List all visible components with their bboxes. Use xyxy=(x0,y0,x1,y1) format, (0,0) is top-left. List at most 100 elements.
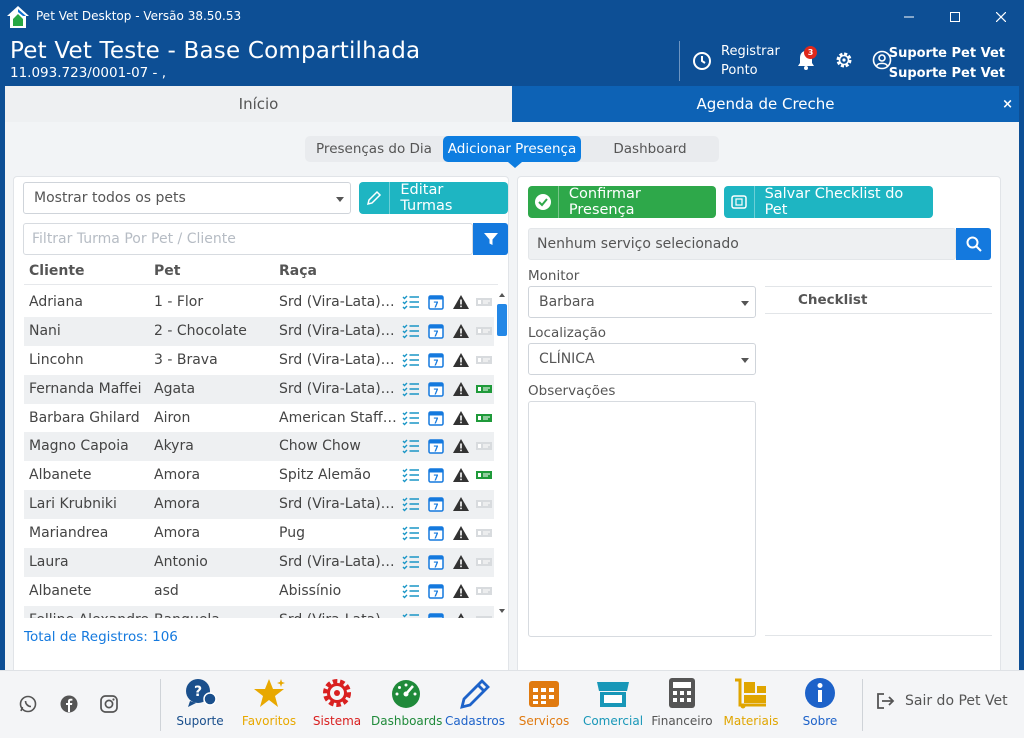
table-row[interactable]: Fernanda Maffei Agata Srd (Vira-Lata) C...… xyxy=(24,374,494,404)
facebook-icon[interactable] xyxy=(60,695,78,713)
warning-icon[interactable] xyxy=(452,352,470,368)
localizacao-select[interactable]: CLÍNICA xyxy=(528,343,756,375)
warning-icon[interactable] xyxy=(452,467,470,483)
tab-close-icon[interactable]: × xyxy=(1002,97,1013,112)
table-row[interactable]: Nani 2 - Chocolate Srd (Vira-Lata) C... 7 xyxy=(24,316,494,346)
warning-icon[interactable] xyxy=(452,381,470,397)
table-row[interactable]: Magno Capoia Akyra Chow Chow 7 xyxy=(24,432,494,462)
checklist-icon[interactable] xyxy=(402,583,420,599)
warning-icon[interactable] xyxy=(452,438,470,454)
checklist-icon[interactable] xyxy=(402,381,420,397)
money-icon[interactable] xyxy=(475,294,493,310)
calendar-icon[interactable]: 7 xyxy=(427,554,445,570)
maximize-button[interactable] xyxy=(932,0,978,34)
footer-item-servicos[interactable]: Serviços xyxy=(509,675,579,735)
money-icon[interactable] xyxy=(475,554,493,570)
column-cliente[interactable]: Cliente xyxy=(29,263,85,279)
money-icon[interactable] xyxy=(475,583,493,599)
checklist-icon[interactable] xyxy=(402,496,420,512)
table-row[interactable]: Mariandrea Amora Pug 7 xyxy=(24,519,494,548)
footer-item-materiais[interactable]: Materiais xyxy=(716,675,786,735)
gear-icon[interactable] xyxy=(834,50,854,70)
warning-icon[interactable] xyxy=(452,294,470,310)
servico-input[interactable]: Nenhum serviço selecionado xyxy=(528,228,956,260)
calendar-icon[interactable]: 7 xyxy=(427,496,445,512)
warning-icon[interactable] xyxy=(452,525,470,541)
whatsapp-icon[interactable] xyxy=(19,695,37,713)
filter-turma-input[interactable]: Filtrar Turma Por Pet / Cliente xyxy=(23,223,473,255)
money-icon[interactable] xyxy=(475,525,493,541)
checklist-icon[interactable] xyxy=(402,554,420,570)
checklist-icon[interactable] xyxy=(402,525,420,541)
scroll-down-icon[interactable] xyxy=(496,606,508,616)
money-icon[interactable] xyxy=(475,496,493,512)
footer-item-sistema[interactable]: Sistema xyxy=(302,675,372,735)
pets-filter-select[interactable]: Mostrar todos os pets xyxy=(23,182,351,214)
table-row[interactable]: Albanete Amora Spitz Alemão 7 xyxy=(24,461,494,490)
money-icon[interactable] xyxy=(475,381,493,397)
money-icon[interactable] xyxy=(475,438,493,454)
warning-icon[interactable] xyxy=(452,496,470,512)
scrollbar-thumb[interactable] xyxy=(497,304,507,336)
table-row[interactable]: Felline Alexandre Banguela Srd (Vira-Lata)… xyxy=(24,605,494,618)
checklist-icon[interactable] xyxy=(402,612,420,618)
instagram-icon[interactable] xyxy=(100,695,118,713)
calendar-icon[interactable]: 7 xyxy=(427,323,445,339)
table-row[interactable]: Lari Krubniki Amora Srd (Vira-Lata) C... 7 xyxy=(24,490,494,520)
footer-item-comercial[interactable]: Comercial xyxy=(578,675,648,735)
minimize-button[interactable] xyxy=(886,0,932,34)
checklist-icon[interactable] xyxy=(402,438,420,454)
salvar-checklist-button[interactable]: Salvar Checklist do Pet xyxy=(724,186,933,218)
tab-inicio[interactable]: Início xyxy=(5,86,512,122)
footer-item-suporte[interactable]: ? Suporte xyxy=(165,675,235,735)
subtab-presencas-do-dia[interactable]: Presenças do Dia xyxy=(305,136,443,162)
footer-item-financeiro[interactable]: Financeiro xyxy=(647,675,717,735)
registrar-ponto-button[interactable]: Registrar Ponto xyxy=(692,43,780,79)
checklist-icon[interactable] xyxy=(402,410,420,426)
calendar-icon[interactable]: 7 xyxy=(427,525,445,541)
footer-item-cadastros[interactable]: Cadastros xyxy=(440,675,510,735)
table-row[interactable]: Albanete asd Abissínio 7 xyxy=(24,577,494,606)
table-row[interactable]: Adriana 1 - Flor Srd (Vira-Lata) C... 7 xyxy=(24,288,494,317)
tab-agenda-de-creche[interactable]: Agenda de Creche × xyxy=(512,86,1019,122)
table-row[interactable]: Lincohn 3 - Brava Srd (Vira-Lata) C... 7 xyxy=(24,346,494,375)
footer-item-favoritos[interactable]: Favoritos xyxy=(234,675,304,735)
editar-turmas-button[interactable]: Editar Turmas xyxy=(359,182,508,214)
warning-icon[interactable] xyxy=(452,612,470,618)
observacoes-textarea[interactable] xyxy=(528,401,756,637)
calendar-icon[interactable]: 7 xyxy=(427,438,445,455)
column-raca[interactable]: Raça xyxy=(279,263,317,279)
table-row[interactable]: Barbara Ghilard Airon American Staffo... 7 xyxy=(24,404,494,433)
filter-button[interactable] xyxy=(473,223,508,255)
confirmar-presenca-button[interactable]: Confirmar Presença xyxy=(528,186,716,218)
close-window-button[interactable] xyxy=(978,0,1024,34)
warning-icon[interactable] xyxy=(452,410,470,426)
money-icon[interactable] xyxy=(475,612,493,618)
warning-icon[interactable] xyxy=(452,323,470,339)
footer-item-sobre[interactable]: Sobre xyxy=(785,675,855,735)
warning-icon[interactable] xyxy=(452,583,470,599)
checklist-icon[interactable] xyxy=(402,467,420,483)
checklist-icon[interactable] xyxy=(402,294,420,310)
checklist-icon[interactable] xyxy=(402,323,420,339)
money-icon[interactable] xyxy=(475,467,493,483)
calendar-icon[interactable]: 7 xyxy=(427,381,445,397)
money-icon[interactable] xyxy=(475,352,493,368)
calendar-icon[interactable]: 7 xyxy=(427,294,445,310)
user-info[interactable]: Suporte Pet Vet Suporte Pet Vet xyxy=(889,44,1005,84)
calendar-icon[interactable]: 7 xyxy=(427,583,445,599)
calendar-icon[interactable]: 7 xyxy=(427,410,445,426)
calendar-icon[interactable]: 7 xyxy=(427,612,445,618)
table-row[interactable]: Laura Antonio Srd (Vira-Lata) C... 7 xyxy=(24,548,494,577)
scroll-up-icon[interactable] xyxy=(496,290,508,300)
checklist-icon[interactable] xyxy=(402,352,420,368)
calendar-icon[interactable]: 7 xyxy=(427,352,445,368)
servico-search-button[interactable] xyxy=(956,228,991,260)
subtab-dashboard[interactable]: Dashboard xyxy=(581,136,719,162)
column-pet[interactable]: Pet xyxy=(154,263,180,279)
monitor-select[interactable]: Barbara xyxy=(528,286,756,318)
logout-button[interactable]: Sair do Pet Vet xyxy=(876,693,1008,709)
money-icon[interactable] xyxy=(475,323,493,339)
table-scrollbar[interactable] xyxy=(496,288,508,618)
warning-icon[interactable] xyxy=(452,554,470,570)
